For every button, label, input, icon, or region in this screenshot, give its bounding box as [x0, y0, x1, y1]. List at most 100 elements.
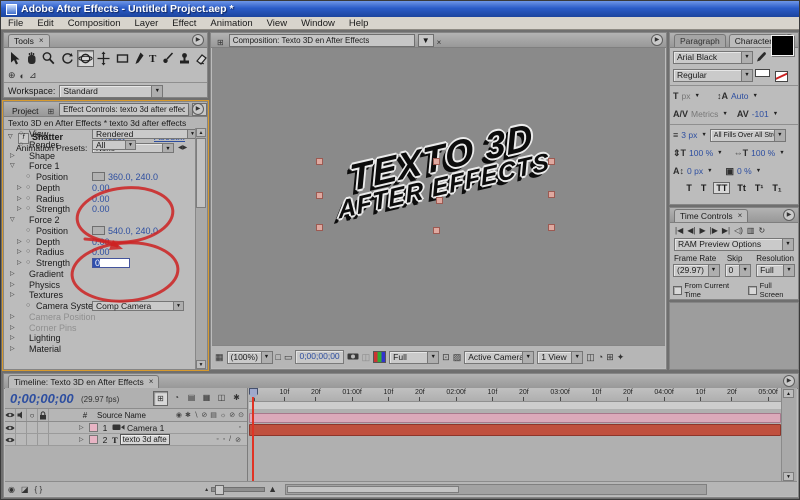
effect-property-row[interactable]: ▷ Lighting — [4, 333, 196, 344]
tab-timeline[interactable]: Timeline: Texto 3D en After Effects — [8, 375, 160, 388]
transparency-grid-icon[interactable]: ▨ — [453, 352, 462, 363]
layer-name[interactable]: Camera 1 — [127, 423, 164, 433]
effect-point-handle[interactable] — [548, 224, 555, 231]
timeline-option-button-icon[interactable]: ▦ — [200, 391, 213, 404]
effect-point-handle[interactable] — [433, 227, 440, 234]
eyedropper-icon[interactable] — [756, 51, 766, 64]
tab-tools[interactable]: Tools — [8, 34, 50, 47]
panel-menu-button[interactable] — [783, 375, 795, 387]
panel-menu-button[interactable] — [192, 103, 204, 115]
effect-property-row[interactable]: ○ Render All — [4, 139, 196, 151]
dropdown-arrow-icon[interactable]: ▼ — [701, 132, 706, 138]
tab-project[interactable]: Project — [8, 106, 42, 116]
workspace-select[interactable]: Standard — [59, 84, 164, 98]
stopwatch-icon[interactable]: ○ — [26, 183, 36, 194]
layer-row-1[interactable]: ▷ 1 Camera 1 ◦ — [5, 422, 247, 434]
transport-button-icon[interactable]: ◁) — [734, 226, 743, 235]
twirl-icon[interactable]: ▷ — [17, 204, 26, 215]
layer-switch-icon[interactable]: ⊘ — [235, 436, 241, 444]
tab-close-icon[interactable]: × — [437, 38, 442, 47]
expand-transfer-icon[interactable]: ◪ — [21, 485, 29, 494]
effect-property-row[interactable]: ▷ Camera Position — [4, 312, 196, 323]
channel-icon[interactable] — [373, 351, 387, 363]
effect-property-row[interactable]: ▷ ○ Depth 0.00 — [4, 237, 196, 248]
camera-sub-tool-icon[interactable]: ⊿ — [29, 70, 37, 81]
twirl-icon[interactable] — [17, 172, 26, 183]
stopwatch-icon[interactable] — [19, 280, 29, 291]
faux-style-button[interactable]: T — [699, 183, 709, 193]
menu-item[interactable]: Effect — [165, 18, 203, 29]
effect-property-row[interactable]: ▷ ○ Strength 0 — [4, 258, 196, 269]
property-value[interactable]: Comp Camera — [92, 301, 184, 311]
zoom-slider[interactable] — [211, 484, 266, 495]
twirl-icon[interactable]: ▷ — [17, 247, 26, 258]
brush-tool-icon[interactable] — [160, 51, 175, 66]
twirl-icon[interactable]: ▷ — [17, 194, 26, 205]
timeline-timecode[interactable]: 0;00;00;00 — [10, 391, 74, 406]
stroke-width-value[interactable]: 3 px — [681, 130, 697, 140]
property-value[interactable]: 0.00 — [92, 204, 110, 215]
eye-icon[interactable] — [5, 422, 16, 433]
layer-switch-icon[interactable]: ◦ — [216, 436, 218, 444]
timeline-option-button-icon[interactable]: ✱ — [230, 391, 243, 404]
effect-point-handle[interactable] — [548, 191, 555, 198]
effect-property-row[interactable]: ▷ Shape — [4, 151, 196, 162]
twirl-icon[interactable]: ▷ — [10, 323, 19, 334]
stopwatch-icon[interactable]: ○ — [26, 172, 36, 183]
panel-menu-button[interactable] — [192, 34, 204, 46]
full-screen-checkbox[interactable] — [748, 285, 757, 295]
tab-dropdown-icon[interactable]: ▼ — [417, 34, 434, 47]
timeline-option-button-icon[interactable]: ◫ — [215, 391, 228, 404]
from-current-time-checkbox[interactable] — [673, 285, 682, 295]
stopwatch-icon[interactable]: ○ — [26, 301, 36, 312]
effect-property-row[interactable]: ○ View Rendered — [4, 129, 198, 140]
tab-effect-controls[interactable]: Effect Controls: texto 3d after effects — [59, 103, 189, 116]
property-value[interactable]: 0.00 — [92, 183, 110, 194]
view-layout-select[interactable]: 1 View — [537, 350, 584, 364]
effect-property-row[interactable]: ▷ Material — [4, 344, 196, 355]
ec-scrollbar[interactable]: ▲ ▼ — [195, 128, 207, 369]
twirl-icon[interactable]: ▷ — [17, 258, 26, 269]
effect-point-handle[interactable] — [316, 158, 323, 165]
audio-toggle[interactable] — [16, 434, 27, 445]
source-name-column-header[interactable]: Source Name — [97, 411, 146, 420]
effect-point-handle[interactable] — [316, 224, 323, 231]
dropdown-arrow-icon[interactable]: ▼ — [717, 150, 722, 156]
twirl-icon[interactable]: ▷ — [79, 424, 89, 431]
ram-preview-options-select[interactable]: RAM Preview Options — [674, 238, 794, 251]
dropdown-arrow-icon[interactable]: ▼ — [722, 111, 727, 117]
dropdown-arrow-icon[interactable]: ▼ — [752, 93, 757, 99]
font-style-select[interactable]: Regular — [673, 68, 753, 82]
transport-button-icon[interactable]: ▥ — [747, 226, 755, 235]
timeline-right-pane[interactable]: 0f 10f 20f 01:00f 10f 20f 02:00f 10f 20f 03:00f 10… — [249, 388, 781, 482]
track-camera-tool-icon[interactable] — [96, 51, 111, 66]
effect-property-row[interactable]: ▷ Physics — [4, 280, 196, 291]
snapshot-icon[interactable] — [347, 352, 359, 362]
transport-button-icon[interactable]: ◀| — [687, 226, 695, 235]
hscroll-thumb[interactable] — [287, 485, 460, 493]
twirl-icon[interactable] — [17, 301, 26, 312]
scroll-thumb[interactable] — [196, 138, 206, 208]
effect-property-row[interactable]: ○ Position 540.0, 240.0 — [4, 226, 196, 237]
solo-toggle[interactable] — [27, 422, 38, 433]
stopwatch-icon[interactable] — [19, 312, 29, 323]
effect-property-row[interactable]: ▷ ○ Depth 0.00 — [4, 183, 196, 194]
timeline-option-button-icon[interactable]: ▤ — [185, 391, 198, 404]
twirl-icon[interactable]: ▷ — [10, 151, 19, 162]
effect-property-row[interactable]: ▽ Force 2 — [4, 215, 196, 226]
layer-switch-icon[interactable]: ◦ — [223, 436, 225, 444]
effect-property-row[interactable]: ▷ ○ Strength 0.00 — [4, 204, 196, 215]
property-value[interactable]: 0 — [92, 258, 130, 268]
zoom-tool-icon[interactable] — [41, 51, 56, 66]
pixel-aspect-icon[interactable]: ◫ — [586, 352, 595, 363]
skip-select[interactable]: 0 — [724, 264, 752, 277]
solo-toggle[interactable] — [27, 434, 38, 445]
stopwatch-icon[interactable] — [19, 215, 29, 226]
faux-style-button[interactable]: Tt — [735, 183, 748, 193]
stopwatch-icon[interactable] — [19, 323, 29, 334]
eye-icon[interactable] — [5, 434, 16, 445]
faux-style-button[interactable]: T — [684, 183, 694, 193]
transport-button-icon[interactable]: |◀ — [675, 226, 683, 235]
menu-item[interactable]: Layer — [128, 18, 166, 29]
property-value[interactable]: 0.00 — [92, 194, 110, 205]
